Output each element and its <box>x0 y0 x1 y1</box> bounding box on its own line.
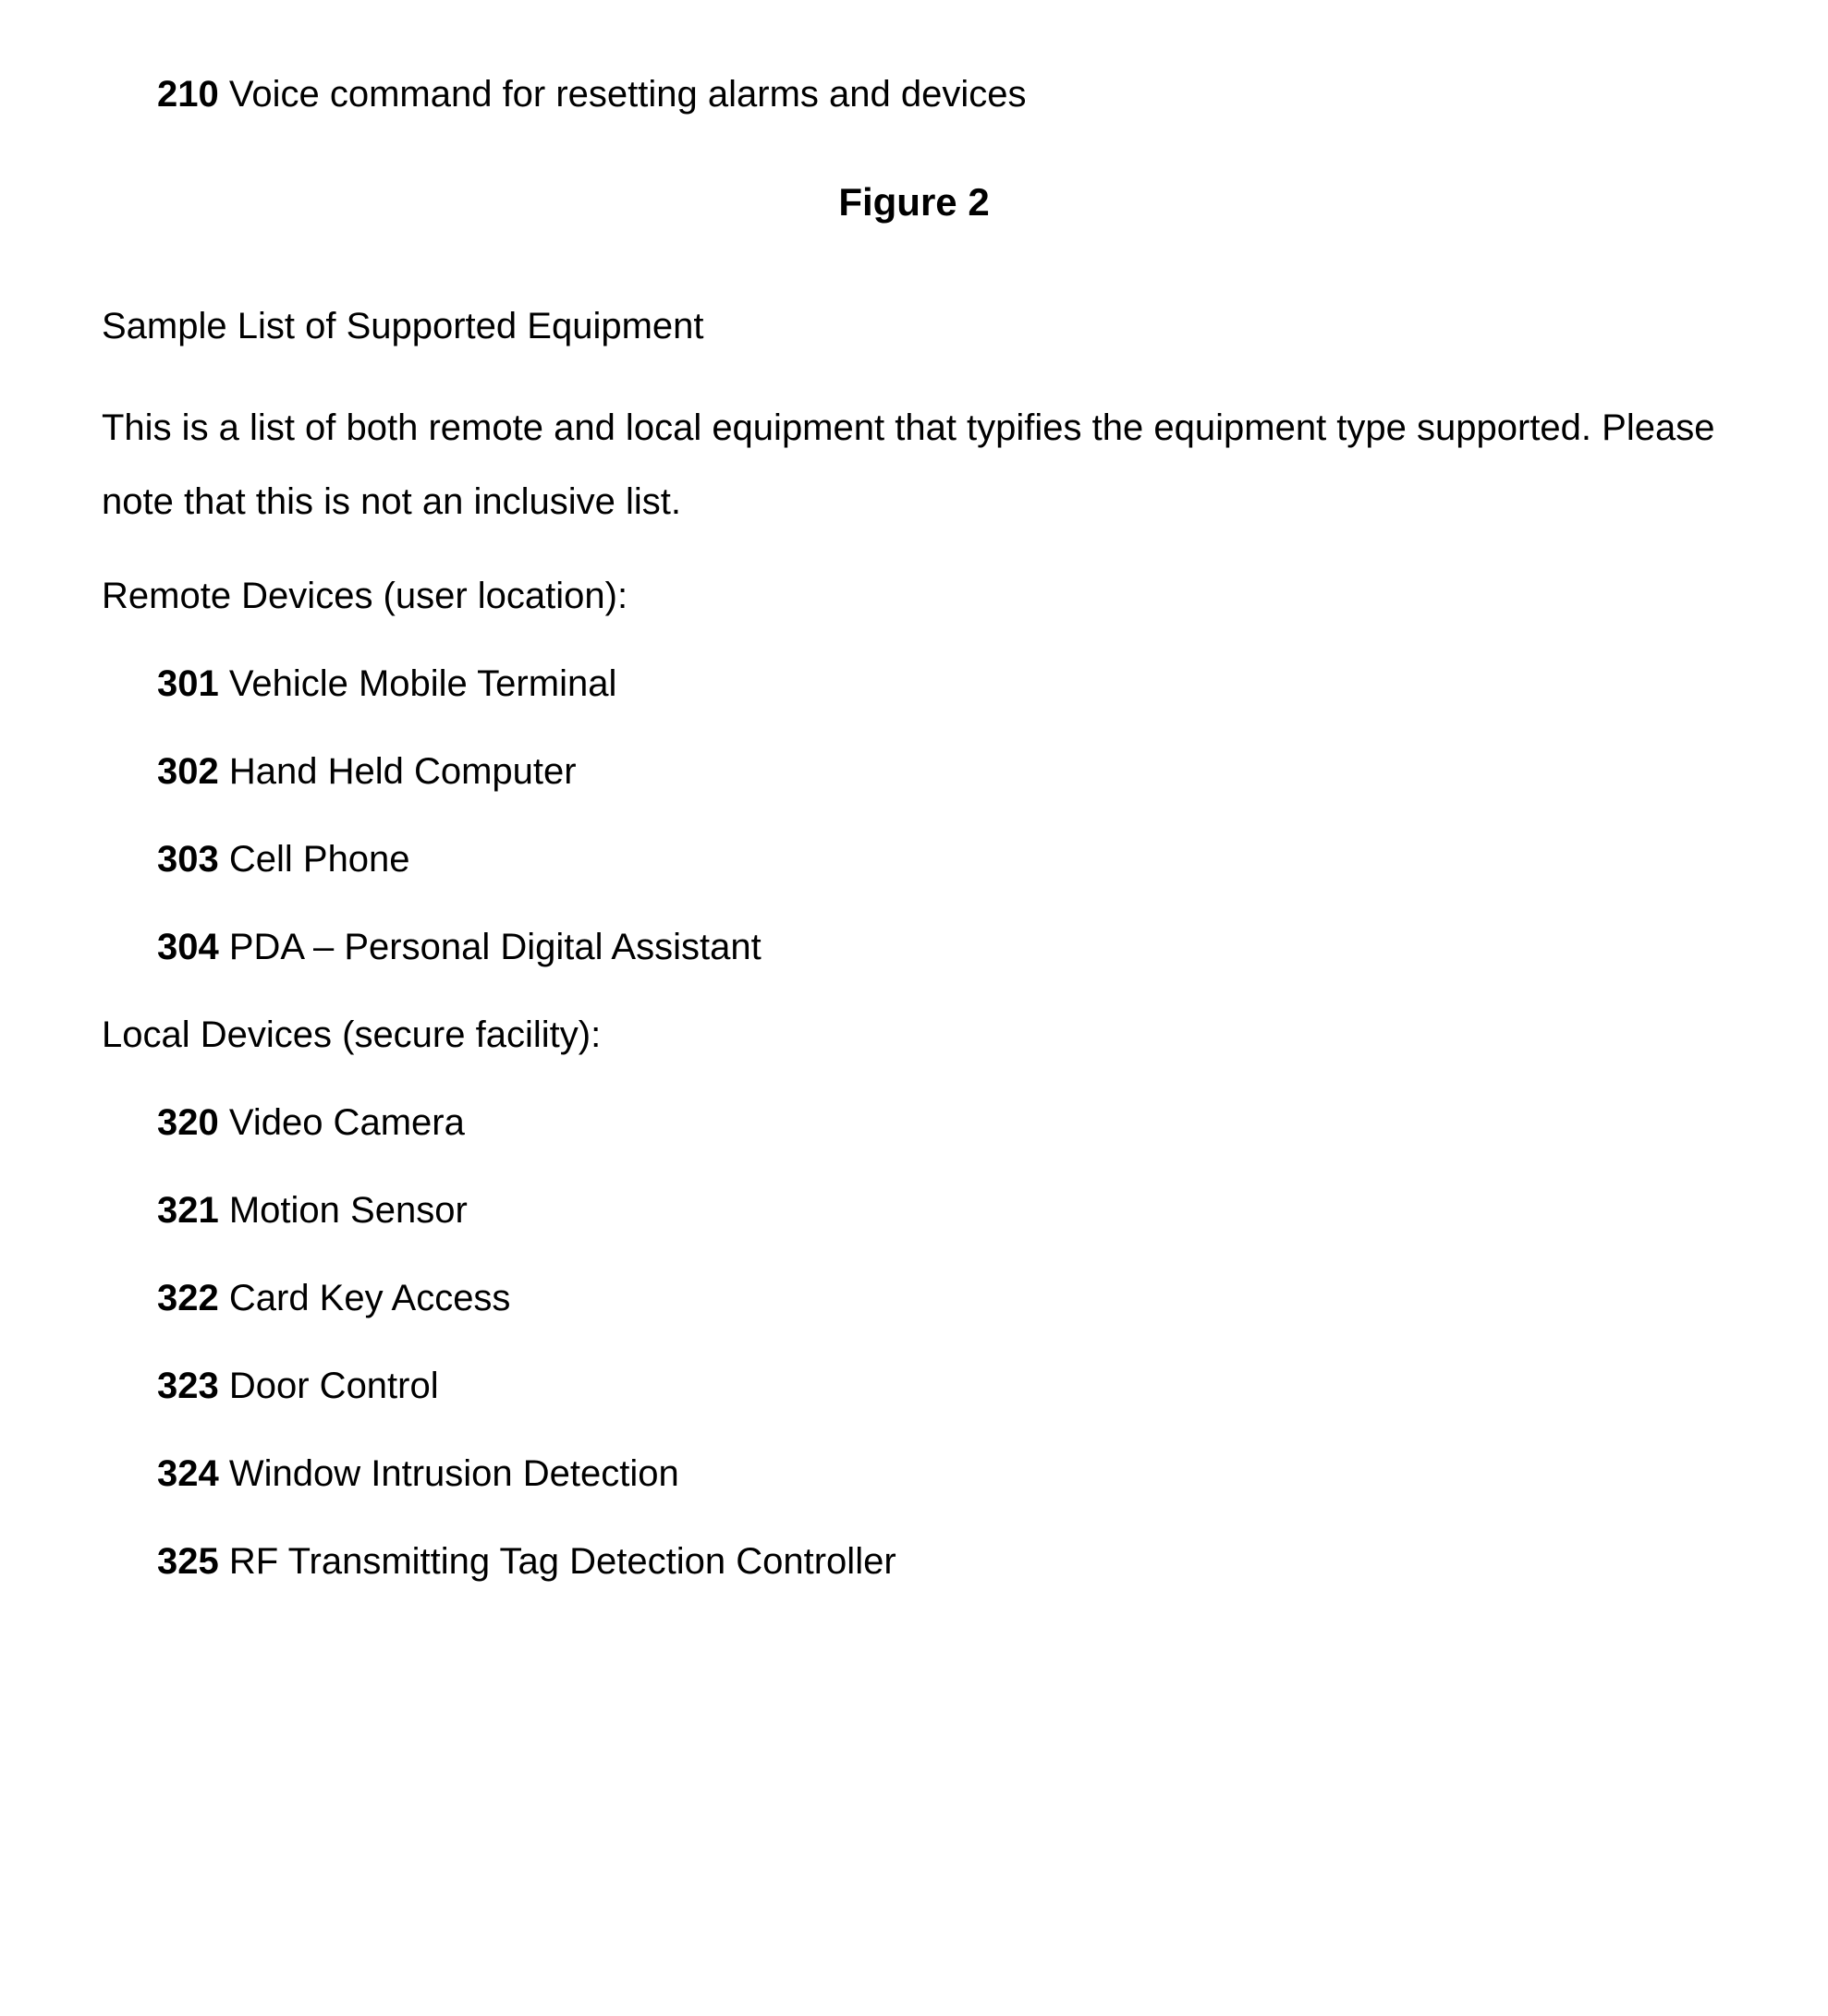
list-item: 303 Cell Phone <box>157 839 1726 880</box>
list-item: 320 Video Camera <box>157 1102 1726 1144</box>
item-text: Video Camera <box>219 1102 465 1143</box>
ref-number: 321 <box>157 1190 219 1231</box>
ref-number: 323 <box>157 1366 219 1406</box>
item-text: Hand Held Computer <box>219 751 577 792</box>
item-text: Voice command for resetting alarms and d… <box>219 74 1027 115</box>
local-devices-label: Local Devices (secure facility): <box>102 1014 1726 1056</box>
item-text: PDA – Personal Digital Assistant <box>219 927 762 967</box>
intro-title: Sample List of Supported Equipment <box>102 289 1726 363</box>
list-item: 302 Hand Held Computer <box>157 751 1726 793</box>
intro-body: This is a list of both remote and local … <box>102 391 1726 539</box>
item-text: Door Control <box>219 1366 439 1406</box>
item-text: Card Key Access <box>219 1278 511 1318</box>
list-item: 323 Door Control <box>157 1366 1726 1407</box>
item-text: Motion Sensor <box>219 1190 468 1231</box>
list-item: 321 Motion Sensor <box>157 1190 1726 1232</box>
figure-title: Figure 2 <box>102 180 1726 225</box>
remote-devices-label: Remote Devices (user location): <box>102 576 1726 617</box>
top-list-item: 210 Voice command for resetting alarms a… <box>157 74 1726 115</box>
list-item: 324 Window Intrusion Detection <box>157 1453 1726 1495</box>
list-item: 325 RF Transmitting Tag Detection Contro… <box>157 1541 1726 1583</box>
list-item: 304 PDA – Personal Digital Assistant <box>157 927 1726 968</box>
ref-number: 304 <box>157 927 219 967</box>
ref-number: 301 <box>157 663 219 704</box>
ref-number: 320 <box>157 1102 219 1143</box>
ref-number: 325 <box>157 1541 219 1582</box>
ref-number: 302 <box>157 751 219 792</box>
item-text: Window Intrusion Detection <box>219 1453 679 1494</box>
ref-number: 322 <box>157 1278 219 1318</box>
ref-number: 324 <box>157 1453 219 1494</box>
ref-number: 210 <box>157 74 219 115</box>
list-item: 322 Card Key Access <box>157 1278 1726 1319</box>
item-text: Cell Phone <box>219 839 410 880</box>
item-text: RF Transmitting Tag Detection Controller <box>219 1541 896 1582</box>
item-text: Vehicle Mobile Terminal <box>219 663 617 704</box>
ref-number: 303 <box>157 839 219 880</box>
list-item: 301 Vehicle Mobile Terminal <box>157 663 1726 705</box>
